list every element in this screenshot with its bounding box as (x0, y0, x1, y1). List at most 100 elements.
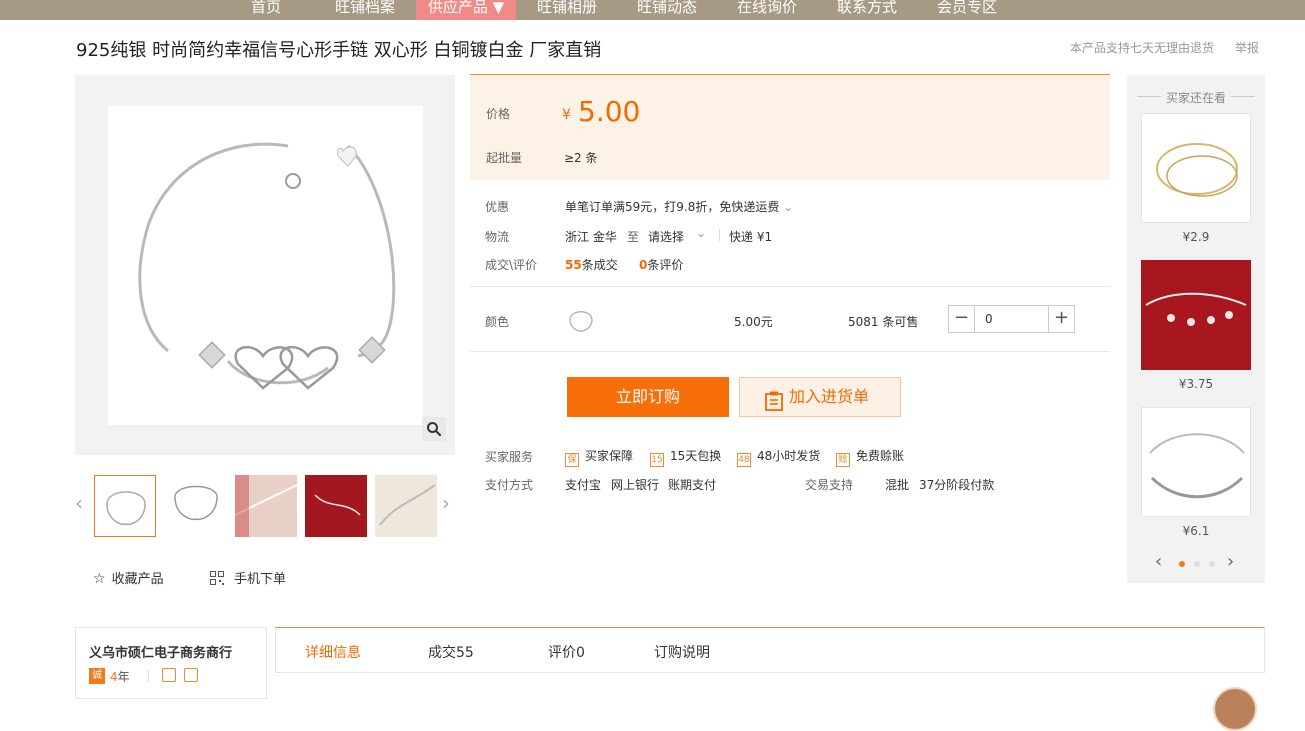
mobile-order-label: 手机下单 (234, 572, 287, 587)
shield-icon (162, 668, 176, 682)
recommended-price-1: ¥2.9 (1182, 230, 1210, 244)
also-viewing-panel: 买家还在看 ¥2.9 ¥3.75 ¥6.1 ‹ › (1127, 75, 1265, 583)
qrcode-icon (210, 571, 224, 585)
service-buyer-protection[interactable]: 保买家保障 (565, 447, 633, 467)
qty-plus-button[interactable]: + (1048, 306, 1074, 332)
carousel-dot[interactable] (1194, 561, 1200, 567)
chevron-down-icon: ⌄ (696, 226, 707, 240)
thumbnail-image (305, 475, 367, 537)
thumbnail-5[interactable] (375, 475, 437, 537)
qty-minus-button[interactable]: − (949, 306, 975, 332)
price-label: 价格 (486, 107, 511, 121)
price-panel: 价格 ¥ 5.00 起批量 ≥2 条 (470, 74, 1110, 180)
credit-icon: 赊 (836, 453, 850, 467)
divider (470, 351, 1110, 352)
chevron-down-icon: ⌄ (783, 200, 794, 214)
store-card: 义乌市硕仁电子商务商行 诚 4年 (75, 627, 267, 699)
review-suffix: 条评价 (647, 258, 684, 272)
price-value: 5.00 (578, 95, 641, 128)
trade-support-label: 交易支持 (805, 478, 854, 492)
nav-products[interactable]: 供应产品 ▼ (416, 0, 516, 20)
divider (1231, 96, 1255, 97)
mobile-order-button[interactable]: 手机下单 (210, 568, 286, 587)
logistics-label: 物流 (485, 230, 510, 244)
recommended-item-1[interactable] (1141, 113, 1251, 223)
moq-label: 起批量 (486, 151, 523, 165)
avatar[interactable] (1213, 687, 1257, 731)
recommended-price-3: ¥6.1 (1182, 524, 1210, 538)
price-currency: ¥ (562, 107, 571, 123)
favorite-button[interactable]: ☆ 收藏产品 (93, 568, 164, 587)
report-link[interactable]: 举报 (1235, 39, 1259, 56)
bracelet-image (138, 142, 396, 390)
recommended-image (1156, 143, 1238, 197)
color-label: 颜色 (485, 315, 510, 329)
divider (470, 286, 1110, 287)
zoom-button[interactable] (422, 417, 446, 441)
thumb-next-arrow[interactable]: › (442, 491, 450, 515)
nav-inquiry[interactable]: 在线询价 (724, 0, 810, 20)
search-icon (427, 422, 442, 437)
variant-stock: 5081 条可售 (848, 315, 919, 329)
chevron-right-icon[interactable]: › (1227, 551, 1234, 572)
swatch-image (569, 311, 593, 332)
service-15-day-exchange[interactable]: 15 15天包换 (650, 447, 721, 467)
recommended-item-2[interactable] (1141, 260, 1251, 370)
promo-label: 优惠 (485, 200, 510, 214)
nav-album[interactable]: 旺铺相册 (524, 0, 610, 20)
sold-suffix: 条成交 (581, 258, 618, 272)
services-label: 买家服务 (485, 450, 534, 464)
store-years-value: 4 (110, 670, 118, 684)
also-viewing-title: 买家还在看 (1165, 91, 1226, 105)
service-free-credit[interactable]: 赊免费赊账 (836, 447, 904, 467)
promo-text-value: 单笔订单满59元，打9.8折，免快递运费 (565, 200, 780, 214)
tab-transactions[interactable]: 成交55 (428, 642, 474, 662)
payment-label: 支付方式 (485, 478, 534, 492)
top-nav: 首页 旺铺档案 供应产品 ▼ 旺铺相册 旺铺动态 在线询价 联系方式 会员专区 (0, 0, 1305, 20)
thumbnail-2[interactable] (165, 475, 227, 537)
tab-reviews[interactable]: 评价0 (548, 642, 585, 662)
thumbnail-3[interactable] (235, 475, 297, 537)
tab-details[interactable]: 详细信息 (305, 642, 361, 662)
nav-shop-profile[interactable]: 旺铺档案 (322, 0, 408, 20)
qty-input[interactable]: 0 (985, 312, 993, 326)
tab-order-notes[interactable]: 订购说明 (654, 642, 710, 662)
thumbnail-4[interactable] (305, 475, 367, 537)
nav-news[interactable]: 旺铺动态 (624, 0, 710, 20)
thumbnail-1[interactable] (94, 475, 156, 537)
integrity-badge-icon: 诚 (89, 668, 105, 684)
carousel-dot[interactable] (1209, 561, 1215, 567)
shield-icon: 保 (565, 453, 579, 467)
destination-select[interactable]: 请选择 ⌄ (648, 226, 710, 245)
recommended-item-3[interactable] (1141, 407, 1251, 517)
document-icon (184, 668, 198, 682)
color-swatch[interactable] (565, 304, 597, 336)
detail-tabs: 详细信息 成交55 评价0 订购说明 (275, 627, 1265, 673)
main-product-image[interactable] (108, 106, 446, 441)
thumb-prev-arrow[interactable]: ‹ (75, 491, 83, 515)
service-text: 买家保障 (585, 449, 634, 463)
add-to-cart-button[interactable]: 加入进货单 (739, 377, 901, 417)
carousel-dot-active[interactable] (1179, 561, 1185, 567)
trade-mixed-batch: 混批 (885, 478, 910, 492)
review-count-link[interactable]: 0条评价 (639, 256, 683, 273)
promo-text[interactable]: 单笔订单满59元，打9.8折，免快递运费 ⌄ (565, 198, 793, 215)
add-to-cart-label: 加入进货单 (789, 387, 870, 406)
store-years: 4年 (110, 668, 130, 685)
service-48h-shipping[interactable]: 48 48小时发货 (737, 447, 820, 467)
product-title: 925纯银 时尚简约幸福信号心形手链 双心形 白铜镀白金 厂家直销 (76, 40, 602, 61)
payment-online-bank: 网上银行 (611, 478, 660, 492)
main-image-area (75, 75, 455, 455)
divider (719, 229, 720, 241)
recommended-image (1149, 433, 1245, 499)
buy-now-button[interactable]: 立即订购 (567, 377, 729, 417)
nav-home[interactable]: 首页 (238, 0, 294, 20)
chevron-left-icon[interactable]: ‹ (1155, 551, 1162, 572)
nav-contact[interactable]: 联系方式 (824, 0, 910, 20)
sold-count-link[interactable]: 55条成交 (565, 256, 618, 273)
clock-icon: 48 (737, 453, 751, 467)
thumbnail-image (174, 485, 218, 521)
nav-members[interactable]: 会员专区 (924, 0, 1010, 20)
service-text: 15天包换 (670, 449, 722, 463)
store-name[interactable]: 义乌市硕仁电子商务商行 (89, 642, 232, 661)
